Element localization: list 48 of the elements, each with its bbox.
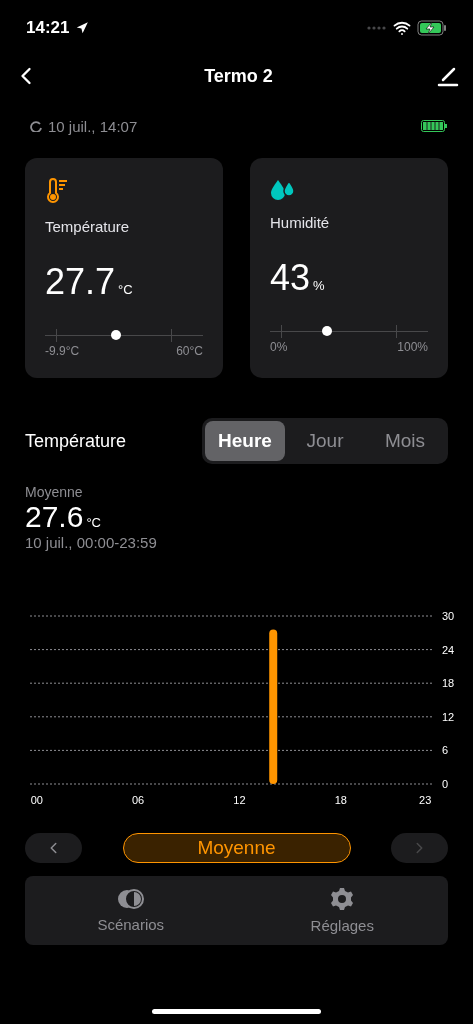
chevron-right-icon	[415, 841, 424, 855]
summary-range: 10 juil., 00:00-23:59	[25, 534, 158, 551]
summary-label: Moyenne	[25, 484, 84, 500]
range-min: -9.9°C	[45, 344, 80, 358]
device-battery-icon	[421, 120, 447, 132]
axis-label: 18	[442, 677, 455, 690]
location-icon	[75, 21, 90, 35]
section-title: Température	[25, 430, 127, 452]
axis-label: 23	[419, 794, 432, 806]
range-max: 100%	[397, 340, 428, 354]
overlapping-circles-icon	[116, 888, 145, 910]
card-label: Humidité	[270, 214, 331, 231]
signal-icon	[367, 26, 387, 30]
settings-icon	[330, 887, 355, 911]
card-label: Température	[45, 218, 131, 235]
reading-unit: °C	[118, 282, 133, 297]
mode-button[interactable]: Moyenne	[122, 833, 351, 863]
axis-label: 06	[132, 794, 145, 806]
axis-label: 12	[233, 794, 246, 806]
reading-value: 27.7	[45, 261, 116, 303]
range-max: 60°C	[176, 344, 203, 358]
period-tab[interactable]: Mois	[365, 421, 445, 461]
axis-label: 18	[334, 794, 347, 806]
sync-icon	[30, 120, 42, 132]
axis-label: 12	[442, 710, 455, 723]
water-drops-icon	[270, 178, 296, 200]
sync-time: 10 juil., 14:07	[48, 117, 138, 135]
reading-value: 43	[270, 257, 311, 299]
summary-value: 27.6	[25, 500, 84, 534]
axis-label: 30	[442, 610, 455, 622]
axis-label: 6	[442, 744, 449, 757]
range-min: 0%	[270, 340, 288, 354]
axis-label: 0	[442, 778, 449, 790]
period-tab[interactable]: Heure	[205, 421, 285, 461]
summary-unit: °C	[86, 515, 101, 530]
tab-bar-item[interactable]: Réglages	[236, 876, 448, 945]
battery-charging-icon	[417, 20, 447, 36]
edit-icon[interactable]	[437, 65, 459, 87]
thermometer-icon	[45, 178, 69, 204]
wifi-icon	[393, 19, 411, 37]
axis-label: 00	[30, 794, 43, 806]
period-tab[interactable]: Jour	[285, 421, 365, 461]
chevron-left-icon	[49, 841, 58, 855]
status-time: 14:21	[26, 18, 70, 38]
tab-bar-item[interactable]: Scénarios	[25, 876, 237, 945]
axis-label: 24	[442, 643, 455, 656]
screen-title: Termo 2	[204, 65, 273, 87]
reading-unit: %	[313, 278, 325, 293]
